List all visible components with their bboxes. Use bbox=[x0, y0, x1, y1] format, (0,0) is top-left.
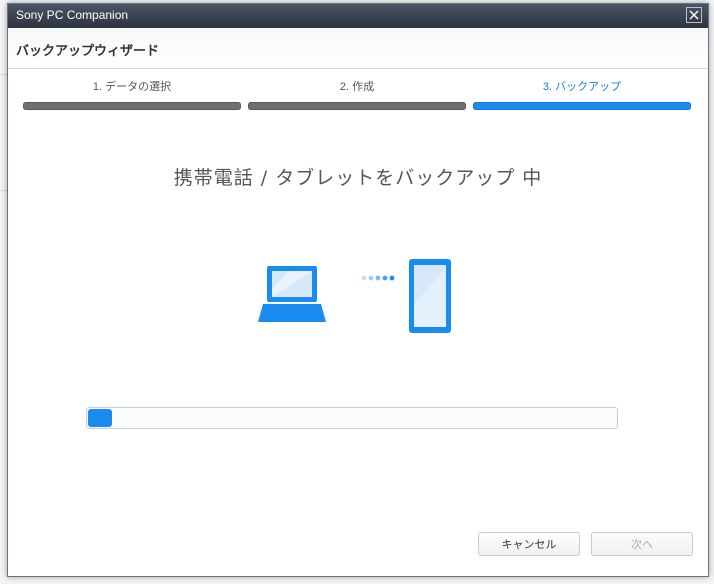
close-icon bbox=[689, 10, 699, 20]
step-indicator: 1. データの選択 2. 作成 3. バックアップ bbox=[23, 76, 691, 112]
step-bar bbox=[23, 102, 241, 110]
step-2: 2. 作成 bbox=[248, 76, 466, 112]
next-button[interactable]: 次へ bbox=[591, 532, 693, 556]
step-label: 2. 作成 bbox=[339, 81, 375, 93]
step-3: 3. バックアップ bbox=[473, 76, 691, 112]
background-divider bbox=[0, 190, 7, 191]
backup-progress-bar bbox=[86, 407, 618, 429]
phone-icon bbox=[409, 259, 451, 333]
step-bar bbox=[473, 102, 691, 110]
wizard-title: バックアップウィザード bbox=[16, 43, 160, 58]
progress-fill bbox=[88, 409, 112, 427]
backup-wizard-dialog: Sony PC Companion バックアップウィザード 1. データの選択 … bbox=[7, 3, 709, 577]
laptop-icon bbox=[258, 266, 326, 322]
background-divider bbox=[0, 74, 7, 75]
step-label: 1. データの選択 bbox=[92, 81, 172, 93]
wizard-header: バックアップウィザード bbox=[8, 28, 708, 69]
window-title: Sony PC Companion bbox=[16, 8, 129, 22]
title-bar: Sony PC Companion bbox=[8, 4, 708, 28]
step-bar bbox=[248, 102, 466, 110]
step-label: 3. バックアップ bbox=[542, 81, 622, 93]
close-button[interactable] bbox=[686, 7, 702, 23]
backup-status-text: 携帯電話 / タブレットをバックアップ 中 bbox=[173, 167, 543, 189]
backup-illustration bbox=[258, 259, 451, 333]
transfer-dots-icon bbox=[361, 275, 395, 281]
step-1: 1. データの選択 bbox=[23, 76, 241, 112]
cancel-button[interactable]: キャンセル bbox=[478, 532, 580, 556]
